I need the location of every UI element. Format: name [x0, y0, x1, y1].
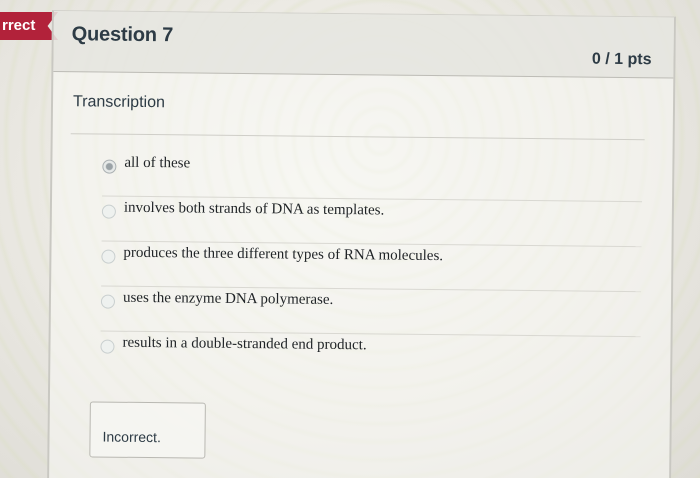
answer-option[interactable]: produces the three different types of RN… — [101, 241, 642, 293]
radio-unselected-icon[interactable] — [100, 339, 115, 354]
question-card: Question 7 0 / 1 pts Transcription all o… — [47, 10, 676, 478]
answer-option[interactable]: all of these — [102, 151, 643, 203]
question-header: Question 7 0 / 1 pts — [53, 11, 674, 79]
feedback-box: Incorrect. — [89, 401, 206, 459]
quiz-screen: rrect Question 7 0 / 1 pts Transcription… — [0, 0, 700, 478]
answer-label: involves both strands of DNA as template… — [123, 199, 385, 219]
radio-unselected-icon[interactable] — [101, 249, 116, 264]
radio-selected-icon[interactable] — [102, 159, 117, 174]
answer-label: all of these — [124, 154, 191, 172]
answer-label: results in a double-stranded end product… — [122, 334, 367, 354]
answer-label: produces the three different types of RN… — [123, 244, 444, 265]
answer-label: uses the enzyme DNA polymerase. — [122, 289, 334, 308]
answer-option[interactable]: involves both strands of DNA as template… — [101, 196, 643, 248]
radio-unselected-icon[interactable] — [100, 294, 116, 309]
feedback-text: Incorrect. — [102, 428, 161, 446]
incorrect-status-banner: rrect — [0, 12, 58, 40]
question-title: Question 7 — [71, 23, 174, 47]
question-prompt: Transcription — [72, 93, 166, 112]
answer-option[interactable]: uses the enzyme DNA polymerase. — [100, 286, 642, 338]
answer-option[interactable]: results in a double-stranded end product… — [100, 332, 640, 383]
answer-list: all of these involves both strands of DN… — [100, 151, 643, 383]
status-banner-label: rrect — [2, 17, 36, 34]
question-points: 0 / 1 pts — [591, 50, 652, 69]
radio-unselected-icon[interactable] — [101, 204, 116, 219]
question-divider — [70, 133, 645, 141]
